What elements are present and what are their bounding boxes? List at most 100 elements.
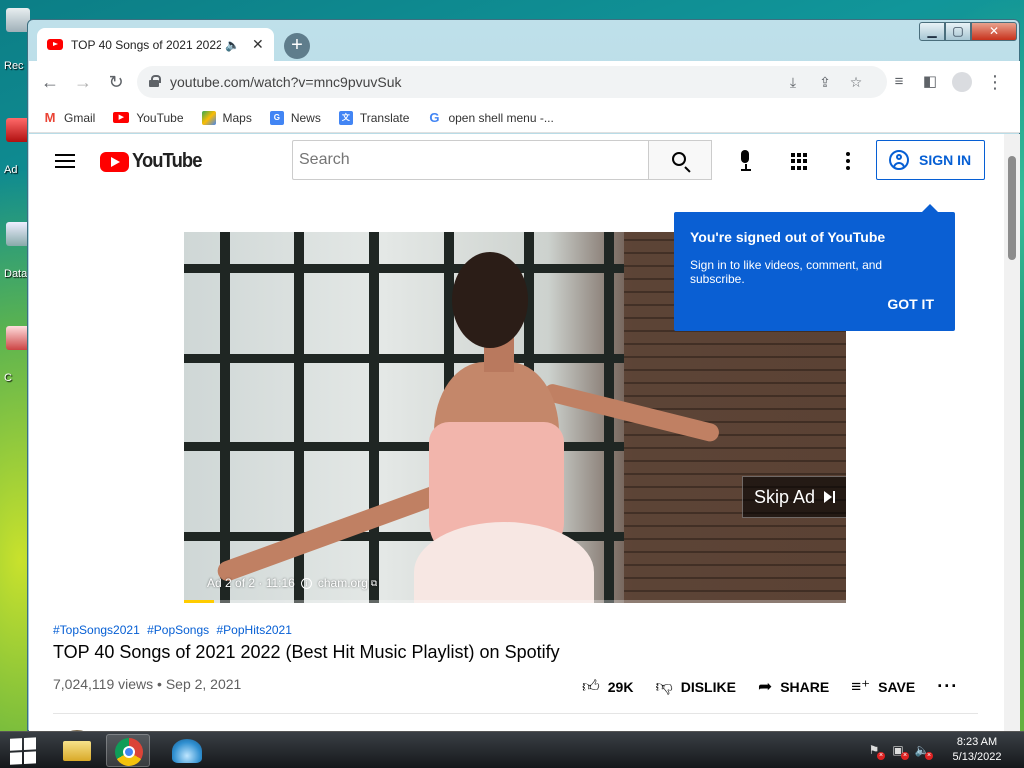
network-icon[interactable]: ▣ × (890, 743, 909, 760)
skip-next-icon (824, 491, 836, 503)
bookmark-gmail[interactable]: M Gmail (43, 110, 96, 125)
address-bar[interactable]: youtube.com/watch?v=mnc9pvuvSuk ⤓ ⇪ ☆ (137, 66, 887, 98)
chrome-icon (115, 738, 143, 766)
share-page-icon[interactable]: ⇪ (815, 72, 835, 92)
browser-tab[interactable]: TOP 40 Songs of 2021 2022 (Best Hit Musi… (37, 28, 274, 61)
bookmark-open-shell[interactable]: G open shell menu -... (427, 109, 553, 125)
bookmark-maps[interactable]: Maps (201, 110, 252, 125)
reload-icon[interactable]: ↻ (105, 71, 127, 93)
save-button[interactable]: ≡⁺ SAVE (851, 677, 915, 697)
url-text[interactable]: youtube.com/watch?v=mnc9pvuvSuk (170, 74, 402, 90)
bookmark-youtube[interactable]: ▶ YouTube (113, 111, 184, 125)
start-button-windows-icon[interactable] (10, 737, 38, 765)
taskbar-file-explorer[interactable] (54, 734, 98, 767)
popup-text: Sign in to like videos, comment, and sub… (690, 258, 883, 286)
taskbar: ⚑ × ▣ × 🔈 × 8:23 AM 5/13/2022 (0, 731, 1024, 768)
desktop-icon-label: Data (4, 268, 28, 280)
speaker-icon[interactable]: 🔈 (225, 38, 240, 52)
shell-icon (172, 739, 202, 763)
search-icon (672, 152, 686, 166)
account-icon (889, 150, 909, 170)
signed-out-popup: You're signed out of YouTube Sign in to … (674, 204, 955, 331)
hashtags: #TopSongs2021 #PopSongs #PopHits2021 (53, 623, 296, 637)
taskbar-chrome[interactable] (106, 734, 150, 767)
skip-ad-label: Skip Ad (754, 486, 816, 507)
clock-time: 8:23 AM (956, 736, 998, 748)
back-arrow-icon[interactable]: ← (39, 71, 61, 93)
thumbs-down-icon: 👎︎ (655, 677, 673, 696)
search-button[interactable] (648, 140, 712, 180)
google-icon: G (429, 109, 440, 125)
side-panel-icon[interactable]: ◧ (919, 71, 941, 93)
folder-icon (63, 741, 91, 761)
sign-in-label: SIGN IN (919, 152, 972, 168)
install-icon[interactable]: ⤓ (783, 72, 803, 92)
thumbs-up-icon: 👍︎ (582, 677, 600, 696)
close-window-button[interactable]: ✕ (971, 22, 1017, 41)
popup-title: You're signed out of YouTube (690, 229, 886, 245)
apps-grid-icon[interactable] (791, 153, 808, 170)
bookmark-news[interactable]: G News (269, 110, 321, 125)
browser-window: ▁ ▢ ✕ TOP 40 Songs of 2021 2022 (Best Hi… (27, 19, 1020, 732)
news-icon: G (269, 110, 284, 125)
more-actions-icon[interactable]: ··· (937, 676, 958, 697)
voice-search-button[interactable] (729, 144, 763, 178)
youtube-play-icon (100, 151, 129, 172)
chrome-menu-icon[interactable]: ⋮ (984, 71, 1006, 93)
translate-icon: 文 (338, 110, 353, 125)
youtube-page: YouTube SIGN IN (29, 134, 1020, 732)
video-meta: 7,024,119 views • Sep 2, 2021 (53, 676, 242, 692)
divider (53, 713, 978, 714)
like-button[interactable]: 👍︎ 29K (582, 676, 633, 697)
bookmark-translate[interactable]: 文 Translate (338, 110, 410, 125)
sign-in-button[interactable]: SIGN IN (876, 140, 985, 180)
scrollbar-thumb[interactable] (1008, 156, 1016, 260)
new-tab-button[interactable]: + (284, 33, 310, 59)
youtube-logo[interactable]: YouTube (100, 150, 208, 173)
media-queue-icon[interactable]: ≡ (888, 71, 910, 93)
bookmark-label: Translate (359, 110, 410, 125)
forward-arrow-icon[interactable]: → (72, 71, 94, 93)
skip-ad-button[interactable]: Skip Ad (742, 476, 846, 518)
hashtag-link[interactable]: #PopSongs (147, 623, 209, 637)
search-input[interactable] (292, 140, 649, 180)
system-clock[interactable]: 8:23 AM 5/13/2022 (947, 735, 1007, 765)
window-controls: ▁ ▢ ✕ (919, 22, 1017, 41)
browser-toolbar: ← → ↻ youtube.com/watch?v=mnc9pvuvSuk ⤓ … (29, 61, 1020, 103)
bookmarks-bar: M Gmail ▶ YouTube Maps G News 文 Translat… (29, 103, 1020, 133)
info-icon[interactable]: i (300, 577, 312, 589)
hashtag-link[interactable]: #PopHits2021 (217, 623, 292, 637)
hashtag-link[interactable]: #TopSongs2021 (53, 623, 140, 637)
like-count: 29K (607, 678, 634, 695)
ad-progress-fill (184, 600, 214, 603)
minimize-button[interactable]: ▁ (919, 22, 945, 41)
maximize-button[interactable]: ▢ (945, 22, 971, 41)
taskbar-open-shell[interactable] (164, 734, 208, 767)
tab-close-button[interactable]: ✕ (252, 36, 264, 53)
hamburger-menu-icon[interactable] (55, 154, 75, 168)
microphone-foot (741, 169, 751, 171)
profile-icon[interactable] (951, 71, 973, 93)
desktop-icon-label: Ad (4, 164, 18, 176)
got-it-button[interactable]: GOT IT (887, 296, 934, 312)
video-scene-dancer (452, 252, 528, 348)
external-link-icon[interactable]: ⧉ (371, 578, 377, 589)
desktop-icon-label: Rec (4, 60, 24, 72)
bookmark-star-icon[interactable]: ☆ (846, 72, 866, 92)
ad-domain-link[interactable]: cham.org (318, 576, 368, 590)
ad-progress-bar[interactable] (184, 600, 846, 603)
youtube-logo-text: YouTube (132, 150, 202, 172)
action-center-flag-icon[interactable]: ⚑ × (866, 743, 885, 760)
volume-muted-icon[interactable]: 🔈 × (914, 743, 933, 760)
ad-info-bar: Ad 2 of 2 · 11:16 i cham.org ⧉ (207, 576, 377, 590)
save-label: SAVE (878, 678, 916, 695)
maps-icon (201, 110, 216, 125)
tab-title: TOP 40 Songs of 2021 2022 (Best Hit Musi… (71, 37, 221, 52)
page-scrollbar[interactable] (1004, 134, 1020, 732)
playlist-add-icon: ≡⁺ (851, 676, 871, 696)
share-button[interactable]: ➦ SHARE (758, 677, 829, 697)
settings-menu-icon[interactable] (846, 152, 850, 170)
ad-counter: Ad 2 of 2 · 11:16 (207, 576, 295, 590)
lock-icon[interactable] (149, 75, 161, 87)
dislike-button[interactable]: 👎︎ DISLIKE (655, 676, 736, 697)
